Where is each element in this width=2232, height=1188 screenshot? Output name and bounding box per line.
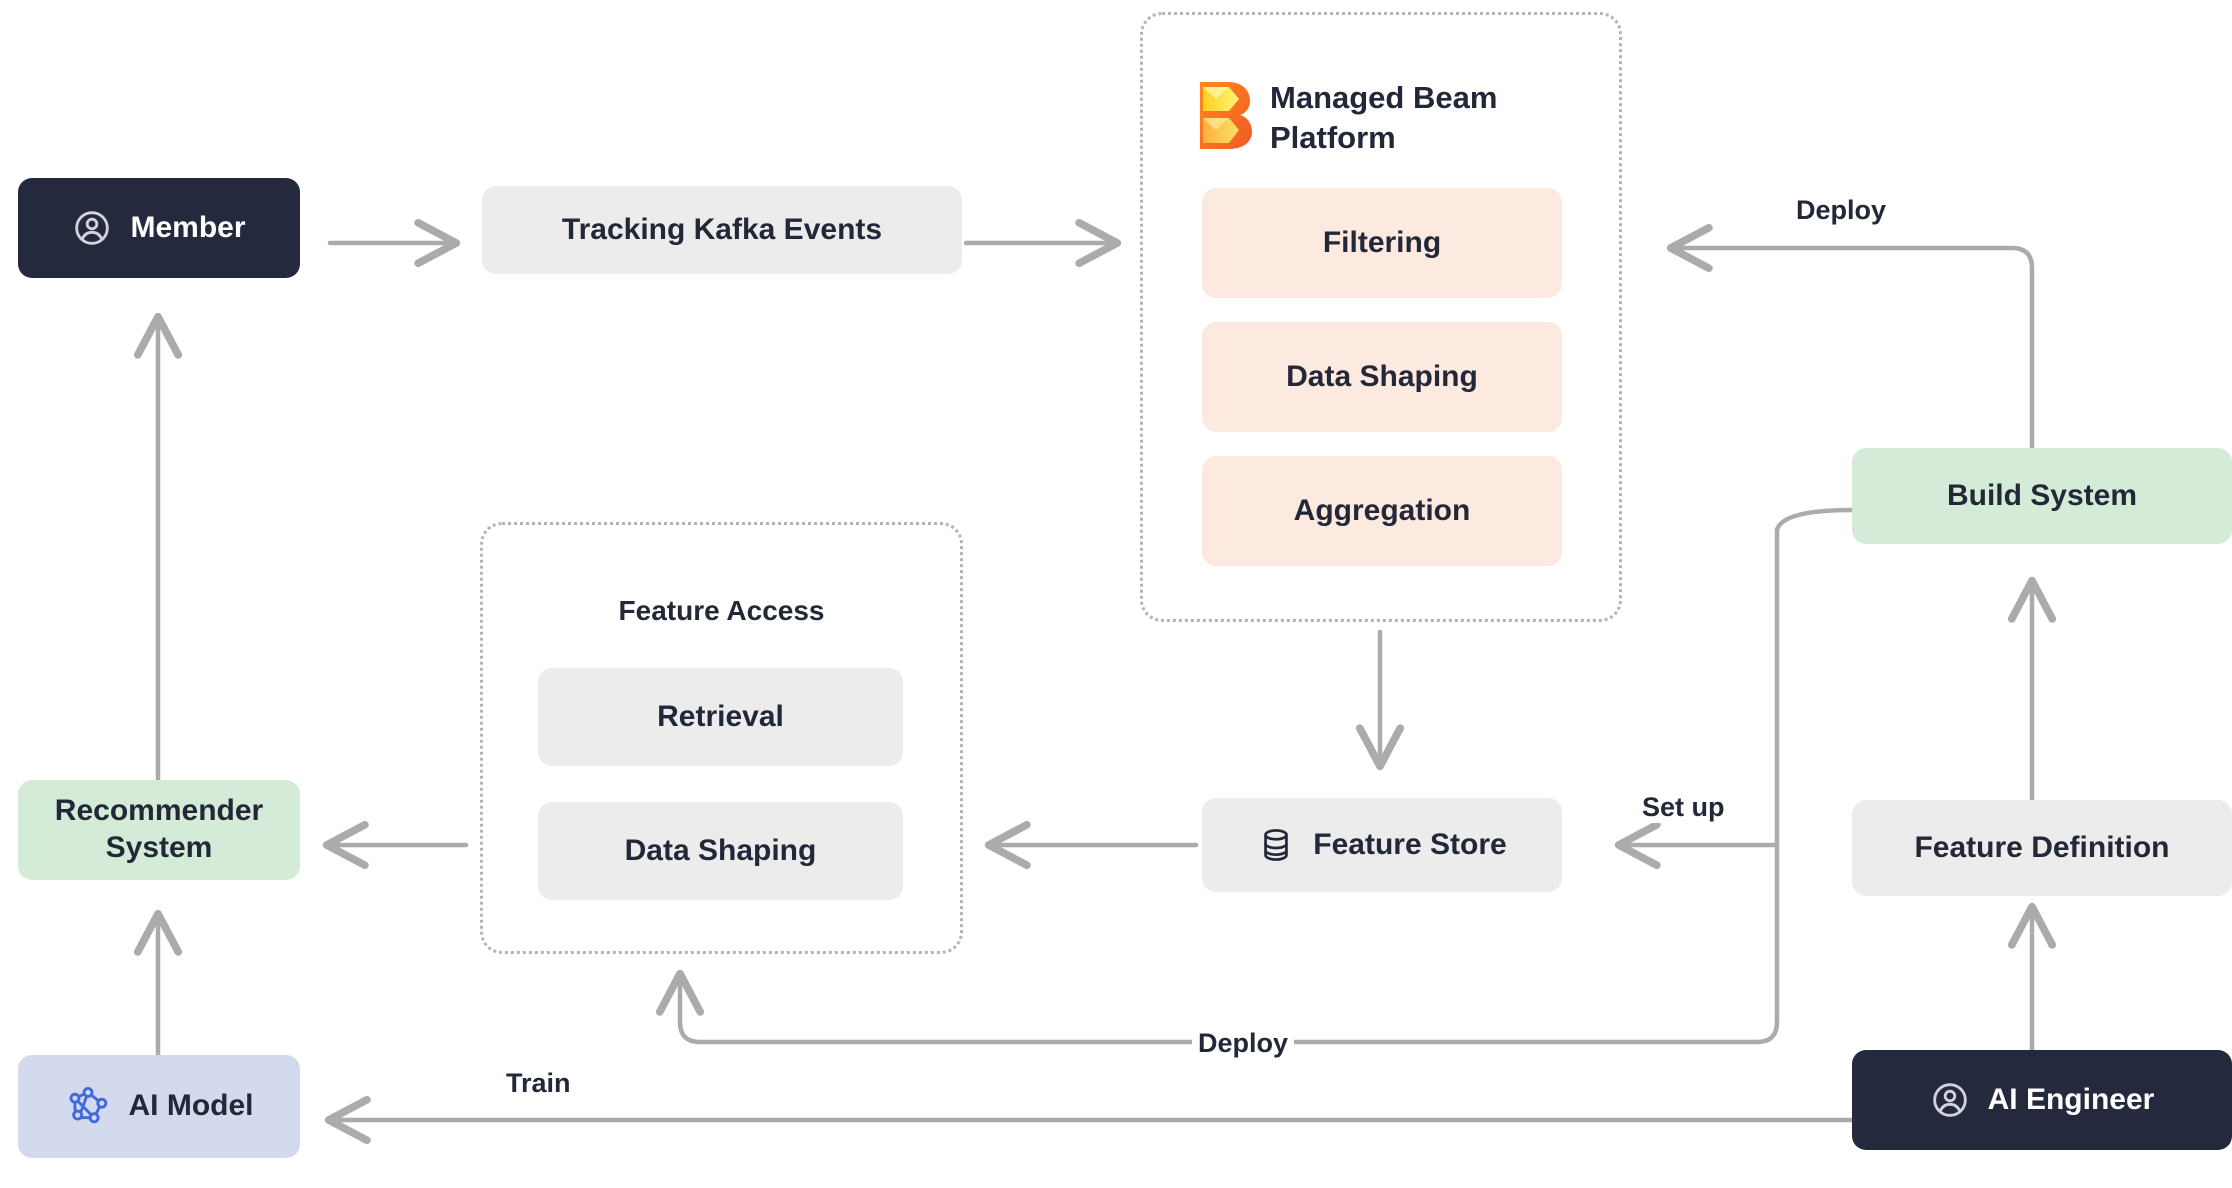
node-feature-store-label: Feature Store [1313,827,1507,861]
managed-beam-platform-title: Managed Beam Platform [1270,80,1498,155]
node-ai-model[interactable]: AI Model [18,1055,300,1158]
node-feature-definition-label: Feature Definition [1914,830,2170,864]
architecture-diagram: Managed Beam Platform Filtering Data Sha… [0,0,2232,1188]
node-data-shaping-access[interactable]: Data Shaping [538,802,903,900]
node-ai-engineer[interactable]: AI Engineer [1852,1050,2232,1150]
node-ai-engineer-label: AI Engineer [1987,1082,2155,1116]
node-recommender-system[interactable]: Recommender System [18,780,300,880]
node-data-shaping-beam-label: Data Shaping [1286,359,1478,393]
node-recommender-system-label: Recommender System [54,794,264,864]
node-data-shaping-access-label: Data Shaping [624,833,817,867]
apache-beam-logo [1196,80,1252,150]
user-circle-icon [72,208,112,248]
node-feature-store[interactable]: Feature Store [1202,798,1562,892]
node-ai-model-label: AI Model [128,1089,254,1123]
node-aggregation[interactable]: Aggregation [1202,456,1562,566]
connector-layer [133,218,2057,1145]
edge-label-set-up: Set up [1636,792,1731,823]
database-icon [1257,826,1295,864]
neural-network-icon [65,1084,111,1130]
node-member-label: Member [130,210,246,244]
edge-deploy-to-beam [1666,223,2035,451]
node-feature-definition[interactable]: Feature Definition [1852,800,2232,896]
node-member[interactable]: Member [18,178,300,278]
node-data-shaping-beam[interactable]: Data Shaping [1202,322,1562,432]
node-tracking-kafka-events[interactable]: Tracking Kafka Events [482,186,962,274]
node-retrieval-label: Retrieval [657,699,784,733]
node-tracking-kafka-events-label: Tracking Kafka Events [561,212,883,246]
node-aggregation-label: Aggregation [1293,493,1471,527]
edge-label-deploy-bottom: Deploy [1192,1028,1295,1059]
feature-access-title: Feature Access [618,595,825,626]
node-build-system-label: Build System [1946,478,2138,512]
node-build-system[interactable]: Build System [1852,448,2232,544]
edge-label-deploy-top: Deploy [1790,195,1893,226]
edge-label-train: Train [500,1068,577,1099]
node-filtering-label: Filtering [1322,225,1442,259]
node-retrieval[interactable]: Retrieval [538,668,903,766]
node-filtering[interactable]: Filtering [1202,188,1562,298]
user-circle-icon [1930,1080,1970,1120]
